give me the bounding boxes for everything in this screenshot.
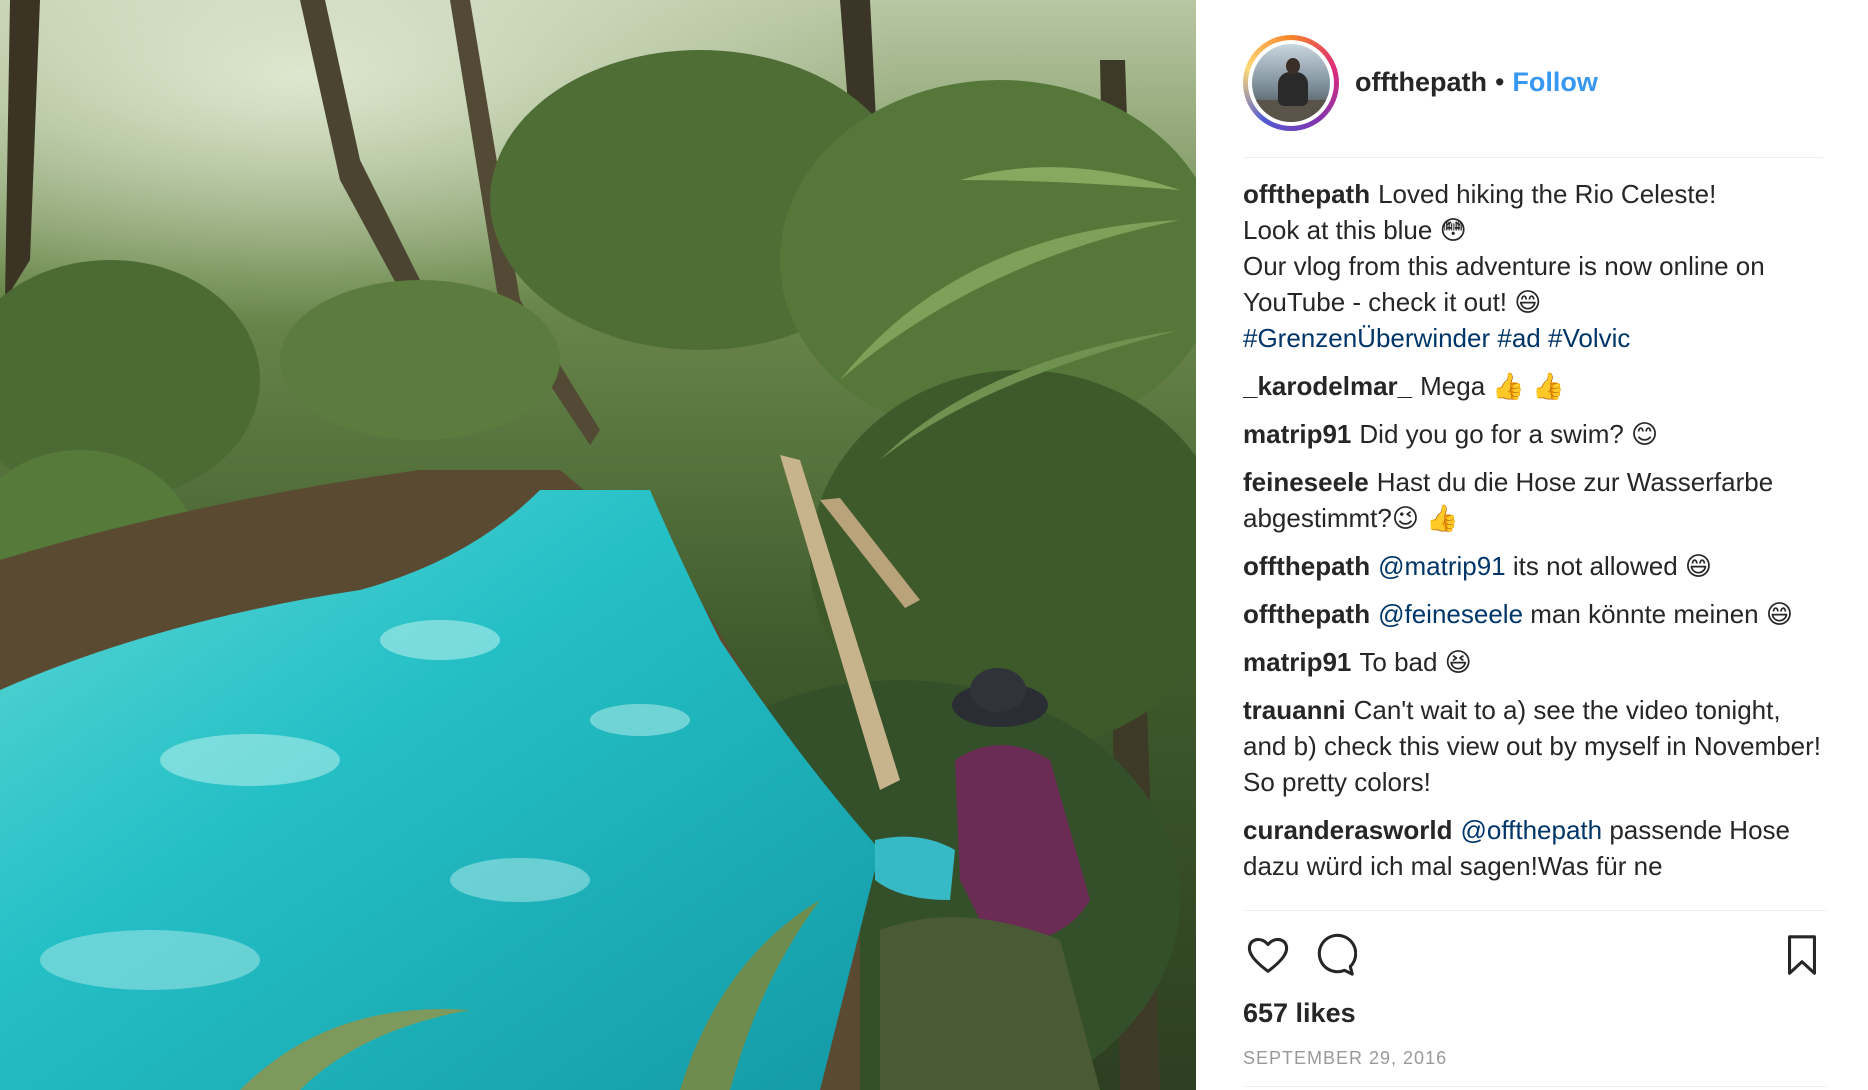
comment-button[interactable] bbox=[1309, 930, 1359, 980]
comment-item: _karodelmar_ Mega 👍 👍 bbox=[1243, 368, 1827, 404]
comment-username[interactable]: feineseele bbox=[1243, 467, 1369, 497]
action-bar bbox=[1243, 930, 1827, 982]
divider bbox=[1243, 1086, 1827, 1087]
instagram-post: offthepath • Follow offthepath Loved hiki… bbox=[0, 0, 1868, 1090]
avatar-image bbox=[1252, 43, 1330, 122]
follow-button[interactable]: Follow bbox=[1512, 67, 1597, 98]
comment-text: Mega 👍 👍 bbox=[1420, 371, 1565, 401]
comment-bubble-icon bbox=[1317, 933, 1357, 976]
header-username[interactable]: offthepath bbox=[1355, 67, 1487, 98]
heart-icon bbox=[1247, 938, 1289, 973]
comment-username[interactable]: matrip91 bbox=[1243, 419, 1351, 449]
comment-item: trauanni Can't wait to a) see the video t… bbox=[1243, 692, 1827, 800]
hashtag-link[interactable]: #Volvic bbox=[1548, 323, 1630, 353]
divider bbox=[1243, 910, 1827, 911]
comment-item: offthepath @matrip91 its not allowed 😄 bbox=[1243, 548, 1827, 584]
comment-item: matrip91 To bad 😆 bbox=[1243, 644, 1827, 680]
post-details-panel: offthepath • Follow offthepath Loved hiki… bbox=[1196, 0, 1868, 1090]
caption-line-3: Our vlog from this adventure is now onli… bbox=[1243, 251, 1765, 317]
comment-mention[interactable]: @feineseele bbox=[1378, 599, 1523, 629]
header-separator: • bbox=[1494, 67, 1505, 97]
comment-username[interactable]: curanderasworld bbox=[1243, 815, 1453, 845]
caption-username[interactable]: offthepath bbox=[1243, 179, 1370, 209]
comment-item: matrip91 Did you go for a swim? 😊 bbox=[1243, 416, 1827, 452]
comment-item: curanderasworld @offthepath passende Hose… bbox=[1243, 812, 1827, 884]
hashtag-link[interactable]: #ad bbox=[1497, 323, 1540, 353]
rainforest-river-illustration bbox=[0, 0, 1196, 1090]
comment-text: man könnte meinen 😄 bbox=[1530, 599, 1793, 629]
avatar[interactable] bbox=[1243, 34, 1339, 131]
comment-mention[interactable]: @offthepath bbox=[1461, 815, 1603, 845]
comment-text: its not allowed 😄 bbox=[1512, 551, 1712, 581]
save-button[interactable] bbox=[1777, 930, 1827, 980]
caption-line-2: Look at this blue 😳 bbox=[1243, 215, 1467, 245]
comment-mention[interactable]: @matrip91 bbox=[1378, 551, 1506, 581]
comment-username[interactable]: trauanni bbox=[1243, 695, 1346, 725]
comment-username[interactable]: offthepath bbox=[1243, 599, 1370, 629]
comments-list[interactable]: offthepath Loved hiking the Rio Celeste! … bbox=[1243, 176, 1827, 910]
like-button[interactable] bbox=[1243, 930, 1293, 980]
post-photo[interactable] bbox=[0, 0, 1196, 1090]
hashtag-link[interactable]: #GrenzenÜberwinder bbox=[1243, 323, 1490, 353]
comment-text: Did you go for a swim? 😊 bbox=[1359, 419, 1659, 449]
comment-username[interactable]: offthepath bbox=[1243, 551, 1370, 581]
comment-item: feineseele Hast du die Hose zur Wasserfar… bbox=[1243, 464, 1827, 536]
caption-line-1: Loved hiking the Rio Celeste! bbox=[1378, 179, 1717, 209]
comment-username[interactable]: _karodelmar_ bbox=[1243, 371, 1412, 401]
comment-username[interactable]: matrip91 bbox=[1243, 647, 1351, 677]
post-header: offthepath • Follow bbox=[1243, 30, 1823, 158]
bookmark-icon bbox=[1788, 935, 1816, 975]
comment-text: To bad 😆 bbox=[1359, 647, 1472, 677]
post-date[interactable]: SEPTEMBER 29, 2016 bbox=[1243, 1048, 1447, 1069]
comment-item: offthepath @feineseele man könnte meinen … bbox=[1243, 596, 1827, 632]
caption: offthepath Loved hiking the Rio Celeste! … bbox=[1243, 176, 1827, 356]
likes-count[interactable]: 657 likes bbox=[1243, 998, 1356, 1029]
